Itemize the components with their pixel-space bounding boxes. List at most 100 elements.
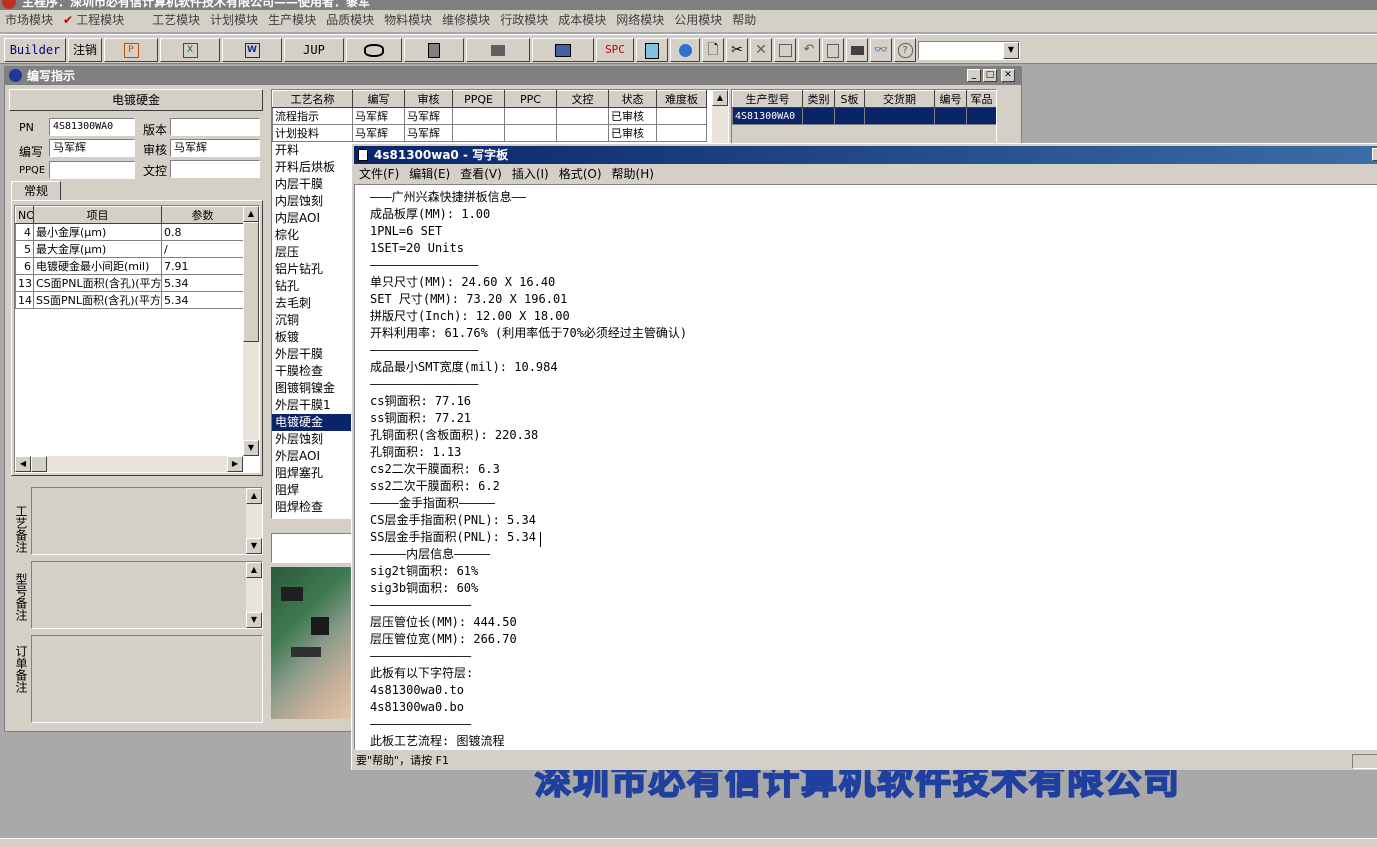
- powerpoint-button[interactable]: P: [104, 38, 158, 62]
- process-column-header[interactable]: PPC: [504, 90, 557, 108]
- list-item[interactable]: 图镀铜镍金: [272, 380, 352, 397]
- list-item[interactable]: 开料后烘板: [272, 159, 352, 176]
- list-item[interactable]: 外层干膜1: [272, 397, 352, 414]
- scroll-down-icon[interactable]: ▼: [246, 612, 262, 628]
- wordpad-menu-item-0[interactable]: 文件(F): [354, 165, 404, 184]
- database-button[interactable]: [404, 38, 464, 62]
- process-note-field[interactable]: ▲ ▼: [31, 487, 263, 555]
- list-item[interactable]: 内层蚀刻: [272, 193, 352, 210]
- table-row[interactable]: 14 SS面PNL面积(含孔)(平方 5.34: [15, 291, 244, 309]
- computer-button[interactable]: [532, 38, 594, 62]
- tab-general[interactable]: 常规: [11, 181, 61, 201]
- scroll-up-icon[interactable]: ▲: [712, 90, 728, 106]
- list-item[interactable]: 干膜检查: [272, 363, 352, 380]
- version-field[interactable]: [170, 118, 260, 136]
- list-item[interactable]: 阻焊塞孔: [272, 465, 352, 482]
- spc-button[interactable]: SPC: [596, 38, 634, 62]
- hscroll-thumb[interactable]: [31, 456, 47, 472]
- new-document-button[interactable]: 🗋: [702, 38, 724, 62]
- print-button[interactable]: [846, 38, 868, 62]
- wordpad-menu-item-4[interactable]: 格式(O): [554, 165, 607, 184]
- list-item[interactable]: 板镀: [272, 329, 352, 346]
- scroll-up-icon[interactable]: ▲: [246, 562, 262, 578]
- print-preview-button[interactable]: [822, 38, 844, 62]
- table-row[interactable]: 5 最大金厚(μm) /: [15, 240, 244, 258]
- menu-item-8[interactable]: 行政模块: [495, 10, 553, 30]
- menu-item-10[interactable]: 网络模块: [611, 10, 669, 30]
- model-note-field[interactable]: ▲ ▼: [31, 561, 263, 629]
- logout-button[interactable]: 注销: [68, 38, 102, 62]
- writer-field[interactable]: 马军辉: [49, 139, 135, 157]
- list-item[interactable]: 外层AOI: [272, 448, 352, 465]
- scroll-up-icon[interactable]: ▲: [243, 206, 259, 222]
- save-button[interactable]: [774, 38, 796, 62]
- menu-item-12[interactable]: 帮助: [727, 10, 761, 30]
- scroll-right-icon[interactable]: ▶: [227, 456, 243, 472]
- model-column-header[interactable]: 生产型号: [732, 90, 803, 108]
- list-item[interactable]: 外层蚀刻: [272, 431, 352, 448]
- wordpad-menu-item-1[interactable]: 编辑(E): [404, 165, 455, 184]
- wordpad-document[interactable]: ———广州兴森快捷拼板信息—— 成品板厚(MM): 1.00 1PNL=6 SET 1…: [354, 184, 1377, 750]
- process-column-header[interactable]: 难度板: [656, 90, 707, 108]
- order-note-field[interactable]: [31, 635, 263, 723]
- model-column-header[interactable]: 类别: [802, 90, 835, 108]
- model-column-header[interactable]: S板: [834, 90, 865, 108]
- view-button[interactable]: [346, 38, 402, 62]
- list-item[interactable]: 内层干膜: [272, 176, 352, 193]
- internet-button[interactable]: [670, 38, 700, 62]
- table-row[interactable]: 流程指示 马军辉 马军辉 已审核: [272, 107, 707, 125]
- model-column-header[interactable]: 军品: [966, 90, 996, 108]
- list-item[interactable]: 沉铜: [272, 312, 352, 329]
- undo-button[interactable]: ↶: [798, 38, 820, 62]
- menu-item-2[interactable]: 工艺模块: [147, 10, 205, 30]
- excel-button[interactable]: X: [160, 38, 220, 62]
- find-button[interactable]: 👓: [870, 38, 892, 62]
- wordpad-minimize-button[interactable]: [1372, 148, 1377, 161]
- doc-control-field[interactable]: [170, 160, 260, 178]
- chevron-down-icon[interactable]: ▼: [1003, 42, 1019, 59]
- wordpad-menu-item-2[interactable]: 查看(V): [455, 165, 507, 184]
- minimize-button[interactable]: _: [967, 69, 981, 82]
- scroll-thumb[interactable]: [243, 222, 259, 342]
- calculator-button[interactable]: [636, 38, 668, 62]
- process-column-header[interactable]: 文控: [556, 90, 609, 108]
- scroll-down-icon[interactable]: ▼: [243, 440, 259, 456]
- table-row[interactable]: 6 电镀硬金最小间距(mil) 7.91: [15, 257, 244, 275]
- menu-item-3[interactable]: 计划模块: [205, 10, 263, 30]
- builder-button[interactable]: Builder: [4, 38, 66, 62]
- list-item[interactable]: 开料: [272, 142, 352, 159]
- menu-item-0[interactable]: 市场模块: [0, 10, 58, 30]
- ppqe-field[interactable]: [49, 161, 135, 179]
- wordpad-menu-item-3[interactable]: 插入(I): [507, 165, 554, 184]
- list-item[interactable]: 阻焊检查: [272, 499, 352, 516]
- list-item[interactable]: 外层干膜: [272, 346, 352, 363]
- list-item[interactable]: 钻孔: [272, 278, 352, 295]
- word-button[interactable]: W: [222, 38, 282, 62]
- scroll-up-icon[interactable]: ▲: [246, 488, 262, 504]
- table-row[interactable]: 计划投料 马军辉 马军辉 已审核: [272, 124, 707, 142]
- list-item[interactable]: 棕化: [272, 227, 352, 244]
- list-item[interactable]: 内层AOI: [272, 210, 352, 227]
- close-button[interactable]: ✕: [1001, 69, 1015, 82]
- param-scrollbar[interactable]: ▲ ▼: [243, 206, 259, 456]
- table-row[interactable]: 4 最小金厚(μm) 0.8: [15, 223, 244, 241]
- pn-field[interactable]: 4S81300WA0: [49, 118, 135, 136]
- process-column-header[interactable]: 编写: [352, 90, 405, 108]
- reviewer-field[interactable]: 马军辉: [170, 139, 260, 157]
- help-button[interactable]: ?: [894, 38, 916, 62]
- menu-item-11[interactable]: 公用模块: [669, 10, 727, 30]
- menu-item-6[interactable]: 物料模块: [379, 10, 437, 30]
- process-column-header[interactable]: 状态: [608, 90, 657, 108]
- menu-item-1[interactable]: ✔ 工程模块: [58, 10, 129, 30]
- table-row[interactable]: 13 CS面PNL面积(含孔)(平方 5.34: [15, 274, 244, 292]
- delete-button[interactable]: ✕: [750, 38, 772, 62]
- model-column-header[interactable]: 编号: [934, 90, 967, 108]
- wordpad-menu-item-5[interactable]: 帮助(H): [607, 165, 659, 184]
- restore-button[interactable]: □: [983, 69, 997, 82]
- model-column-header[interactable]: 交货期: [864, 90, 935, 108]
- network-button[interactable]: [466, 38, 530, 62]
- scroll-down-icon[interactable]: ▼: [246, 538, 262, 554]
- list-item[interactable]: 阻焊: [272, 482, 352, 499]
- param-hscrollbar[interactable]: ◀ ▶: [15, 456, 243, 472]
- list-item[interactable]: 电镀硬金: [272, 414, 352, 431]
